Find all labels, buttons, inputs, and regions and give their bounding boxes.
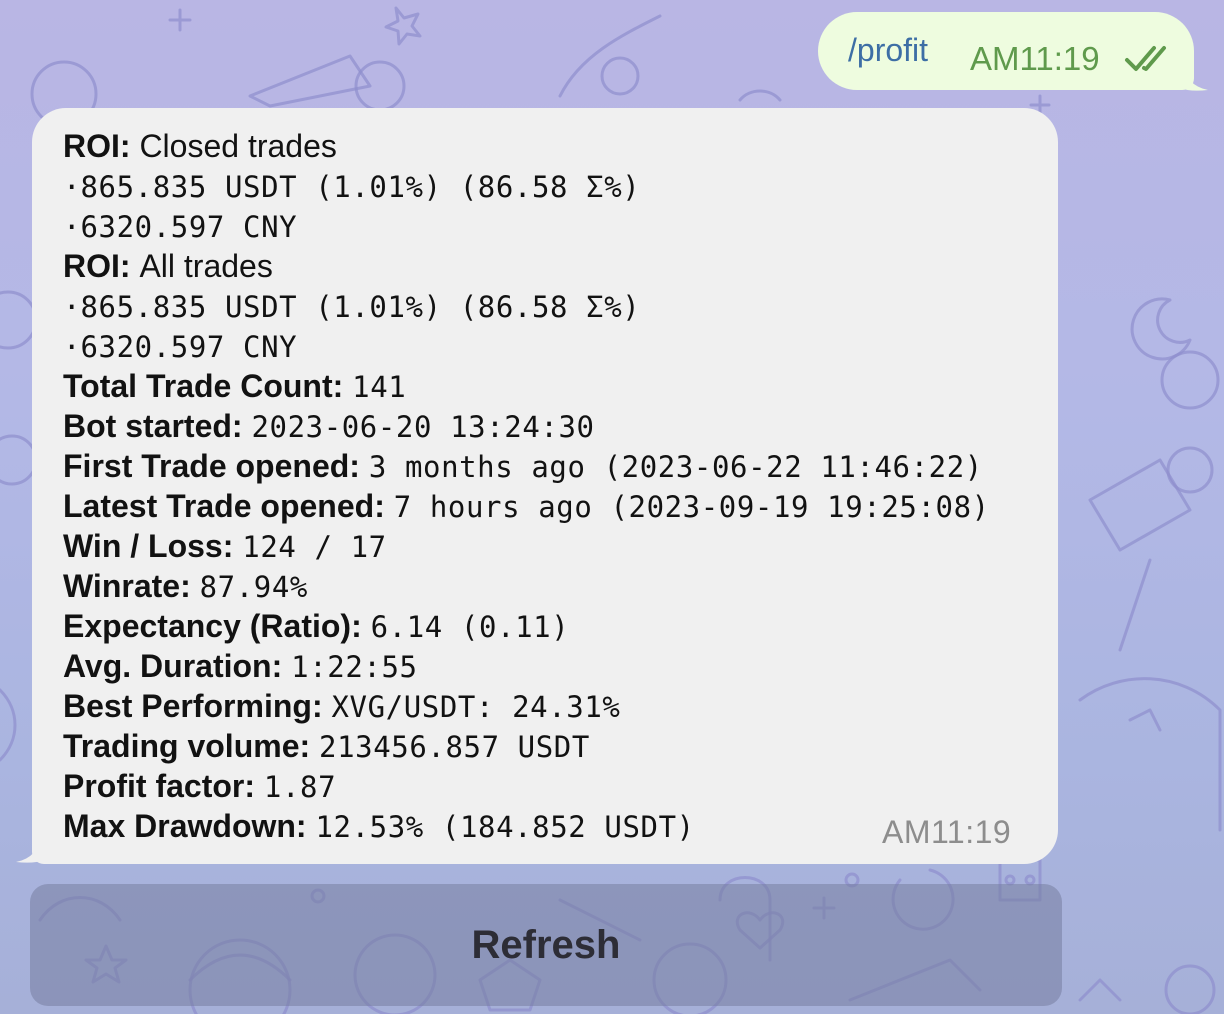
incoming-message-time: AM11:19 [882,814,1012,850]
outgoing-message-time: AM11:19 [970,40,1100,77]
expectancy-ratio: Expectancy (Ratio): 6.14 (0.11) [63,608,570,644]
roi-closed-cny: ·6320.597 CNY [63,210,298,244]
roi-all-usdt: ·865.835 USDT (1.01%) (86.58 Σ%) [63,290,641,324]
outgoing-command-text[interactable]: /profit [848,32,928,69]
winrate: Winrate: 87.94% [63,568,308,604]
profit-factor: Profit factor: 1.87 [63,768,337,804]
double-check-icon [1125,46,1166,71]
total-trade-count: Total Trade Count: 141 [63,368,407,404]
roi-all-header: ROI: All trades [63,248,273,284]
best-performing: Best Performing: XVG/USDT: 24.31% [63,688,621,724]
roi-all-cny: ·6320.597 CNY [63,330,298,364]
win-loss: Win / Loss: 124 / 17 [63,528,387,564]
refresh-button[interactable]: Refresh [30,884,1062,1006]
avg-duration: Avg. Duration: 1:22:55 [63,648,418,684]
first-trade-opened: First Trade opened: 3 months ago (2023-0… [63,448,983,484]
trading-volume: Trading volume: 213456.857 USDT [63,728,590,764]
roi-closed-usdt: ·865.835 USDT (1.01%) (86.58 Σ%) [63,170,641,204]
roi-closed-header: ROI: Closed trades [63,128,337,164]
latest-trade-opened: Latest Trade opened: 7 hours ago (2023-0… [63,488,990,524]
bot-started: Bot started: 2023-06-20 13:24:30 [63,408,595,444]
refresh-button-label: Refresh [471,922,621,967]
profit-report-message: ROI: Closed trades ·865.835 USDT (1.01%)… [63,126,1043,846]
